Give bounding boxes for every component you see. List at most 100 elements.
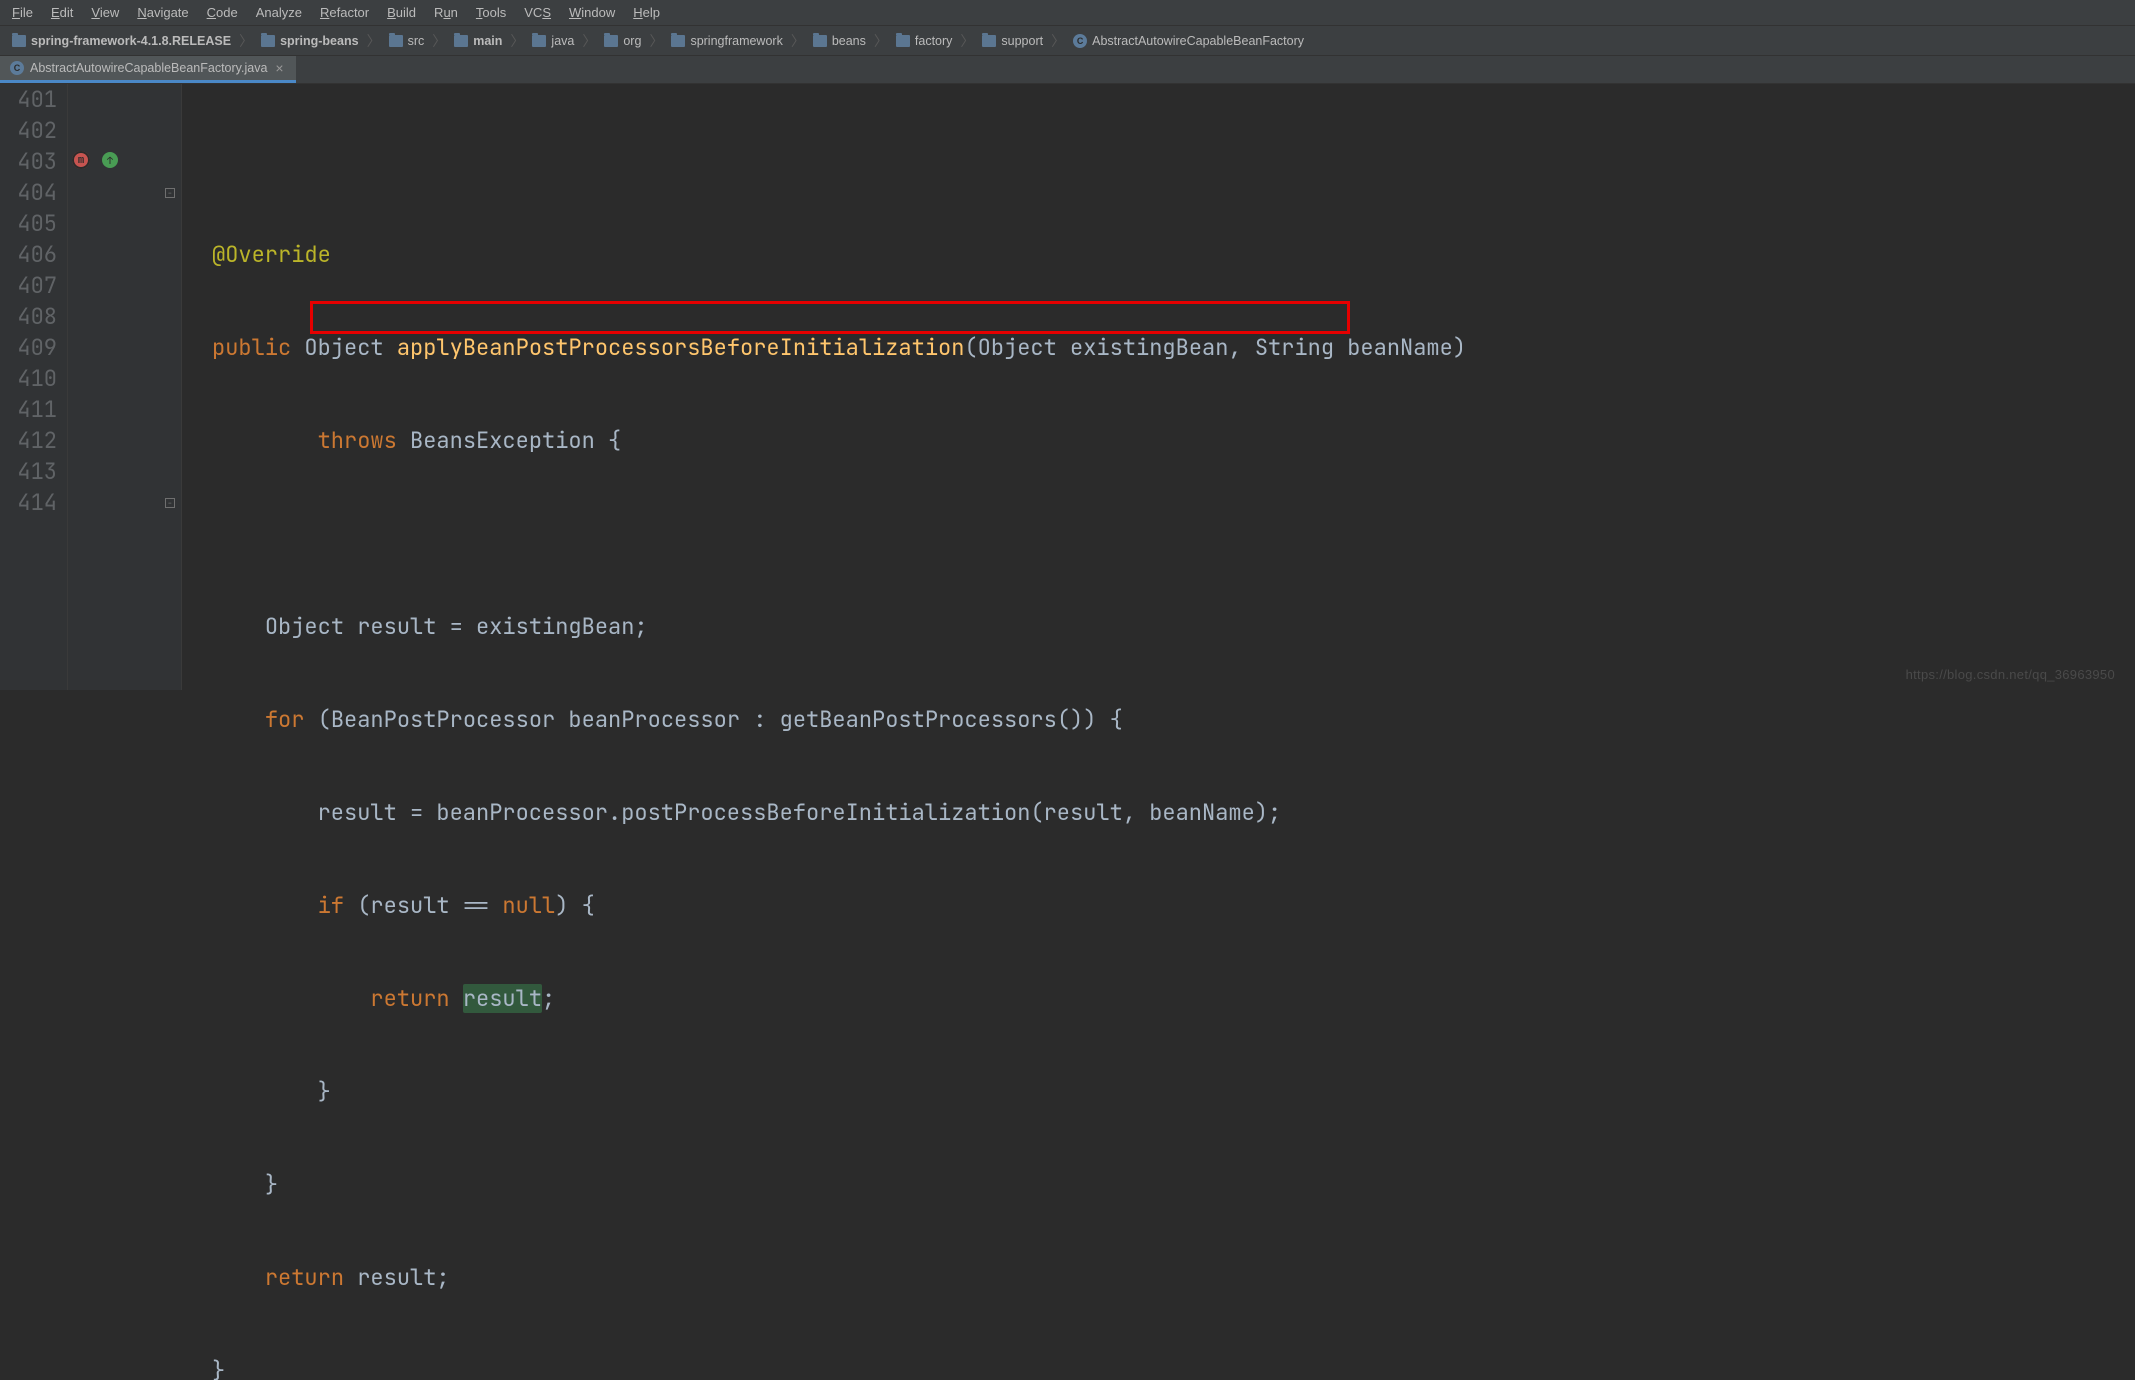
code-line: Object result = existingBean;	[212, 611, 2135, 642]
chevron-right-icon: 〉	[958, 31, 976, 51]
menu-edit[interactable]: Edit	[43, 2, 81, 23]
breadcrumb-label: java	[551, 34, 574, 48]
breadcrumb-item[interactable]: main	[450, 32, 506, 50]
code-line: if (result == null) {	[212, 890, 2135, 921]
breadcrumb-item[interactable]: C AbstractAutowireCapableBeanFactory	[1069, 32, 1308, 50]
line-number: 412	[0, 425, 57, 456]
breadcrumb-item[interactable]: support	[978, 32, 1047, 50]
line-number: 408	[0, 301, 57, 332]
line-number: 407	[0, 270, 57, 301]
breadcrumb-label: spring-framework-4.1.8.RELEASE	[31, 34, 231, 48]
chevron-right-icon: 〉	[872, 31, 890, 51]
folder-icon	[982, 35, 996, 47]
breadcrumb-item[interactable]: java	[528, 32, 578, 50]
line-number: 414	[0, 487, 57, 518]
code-line: }	[212, 1076, 2135, 1107]
implements-up-icon[interactable]: ↑	[102, 152, 118, 168]
chevron-right-icon: 〉	[1049, 31, 1067, 51]
breadcrumb-label: factory	[915, 34, 953, 48]
breadcrumb: spring-framework-4.1.8.RELEASE 〉 spring-be…	[0, 26, 2135, 56]
menu-window[interactable]: Window	[561, 2, 623, 23]
editor: 4014024034044054064074084094104114124134…	[0, 84, 2135, 690]
menu-analyze[interactable]: Analyze	[248, 2, 310, 23]
folder-icon	[454, 35, 468, 47]
folder-icon	[12, 35, 26, 47]
code-line: }	[212, 1355, 2135, 1380]
watermark-text: https://blog.csdn.net/qq_36963950	[1906, 667, 2115, 682]
tab-close-icon[interactable]: ×	[273, 60, 285, 76]
folder-icon	[389, 35, 403, 47]
line-number: 413	[0, 456, 57, 487]
code-line: return result;	[212, 983, 2135, 1014]
chevron-right-icon: 〉	[580, 31, 598, 51]
menu-code[interactable]: Code	[199, 2, 246, 23]
code-line: }	[212, 1169, 2135, 1200]
menu-run[interactable]: Run	[426, 2, 466, 23]
code-line: return result;	[212, 1262, 2135, 1293]
line-number: 401	[0, 84, 57, 115]
line-number-gutter: 4014024034044054064074084094104114124134…	[0, 84, 68, 690]
folder-icon	[604, 35, 618, 47]
chevron-right-icon: 〉	[789, 31, 807, 51]
breadcrumb-label: src	[408, 34, 425, 48]
folder-icon	[261, 35, 275, 47]
chevron-right-icon: 〉	[430, 31, 448, 51]
menu-vcs[interactable]: VCS	[516, 2, 559, 23]
menu-navigate[interactable]: Navigate	[129, 2, 196, 23]
chevron-right-icon: 〉	[508, 31, 526, 51]
breadcrumb-label: beans	[832, 34, 866, 48]
menu-help[interactable]: Help	[625, 2, 668, 23]
line-number: 403	[0, 146, 57, 177]
breadcrumb-item[interactable]: spring-framework-4.1.8.RELEASE	[8, 32, 235, 50]
folder-icon	[813, 35, 827, 47]
menu-bar: File Edit View Navigate Code Analyze Ref…	[0, 0, 2135, 26]
class-icon: C	[10, 61, 24, 75]
code-line	[212, 146, 2135, 177]
menu-refactor[interactable]: Refactor	[312, 2, 377, 23]
menu-view[interactable]: View	[83, 2, 127, 23]
breadcrumb-label: AbstractAutowireCapableBeanFactory	[1092, 34, 1304, 48]
code-line	[212, 518, 2135, 549]
code-area[interactable]: @Override public Object applyBeanPostPro…	[182, 84, 2135, 690]
menu-tools[interactable]: Tools	[468, 2, 514, 23]
class-icon: C	[1073, 34, 1087, 48]
breadcrumb-label: main	[473, 34, 502, 48]
menu-build[interactable]: Build	[379, 2, 424, 23]
breadcrumb-item[interactable]: factory	[892, 32, 957, 50]
line-number: 404	[0, 177, 57, 208]
breadcrumb-item[interactable]: src	[385, 32, 429, 50]
gutter-markers: m ↑	[68, 84, 162, 690]
line-number: 409	[0, 332, 57, 363]
line-number: 411	[0, 394, 57, 425]
breadcrumb-item[interactable]: springframework	[667, 32, 786, 50]
folder-icon	[671, 35, 685, 47]
code-line: for (BeanPostProcessor beanProcessor : g…	[212, 704, 2135, 735]
fold-toggle-icon[interactable]: −	[165, 498, 175, 508]
breadcrumb-item[interactable]: beans	[809, 32, 870, 50]
line-number: 405	[0, 208, 57, 239]
code-line: @Override	[212, 239, 2135, 270]
breadcrumb-label: springframework	[690, 34, 782, 48]
menu-file[interactable]: File	[4, 2, 41, 23]
chevron-right-icon: 〉	[365, 31, 383, 51]
breadcrumb-label: org	[623, 34, 641, 48]
line-number: 402	[0, 115, 57, 146]
breadcrumb-label: spring-beans	[280, 34, 359, 48]
folder-icon	[896, 35, 910, 47]
line-number: 406	[0, 239, 57, 270]
code-line: throws BeansException {	[212, 425, 2135, 456]
override-marker-icon[interactable]: m	[72, 151, 90, 169]
fold-gutter: − −	[162, 84, 182, 690]
code-line: result = beanProcessor.postProcessBefore…	[212, 797, 2135, 828]
tab-label: AbstractAutowireCapableBeanFactory.java	[30, 61, 267, 75]
tab-file[interactable]: C AbstractAutowireCapableBeanFactory.jav…	[0, 56, 296, 83]
folder-icon	[532, 35, 546, 47]
highlight-annotation	[310, 301, 1350, 334]
breadcrumb-item[interactable]: org	[600, 32, 645, 50]
chevron-right-icon: 〉	[237, 31, 255, 51]
code-line: public Object applyBeanPostProcessorsBef…	[212, 332, 2135, 363]
fold-toggle-icon[interactable]: −	[165, 188, 175, 198]
breadcrumb-label: support	[1001, 34, 1043, 48]
chevron-right-icon: 〉	[647, 31, 665, 51]
breadcrumb-item[interactable]: spring-beans	[257, 32, 363, 50]
